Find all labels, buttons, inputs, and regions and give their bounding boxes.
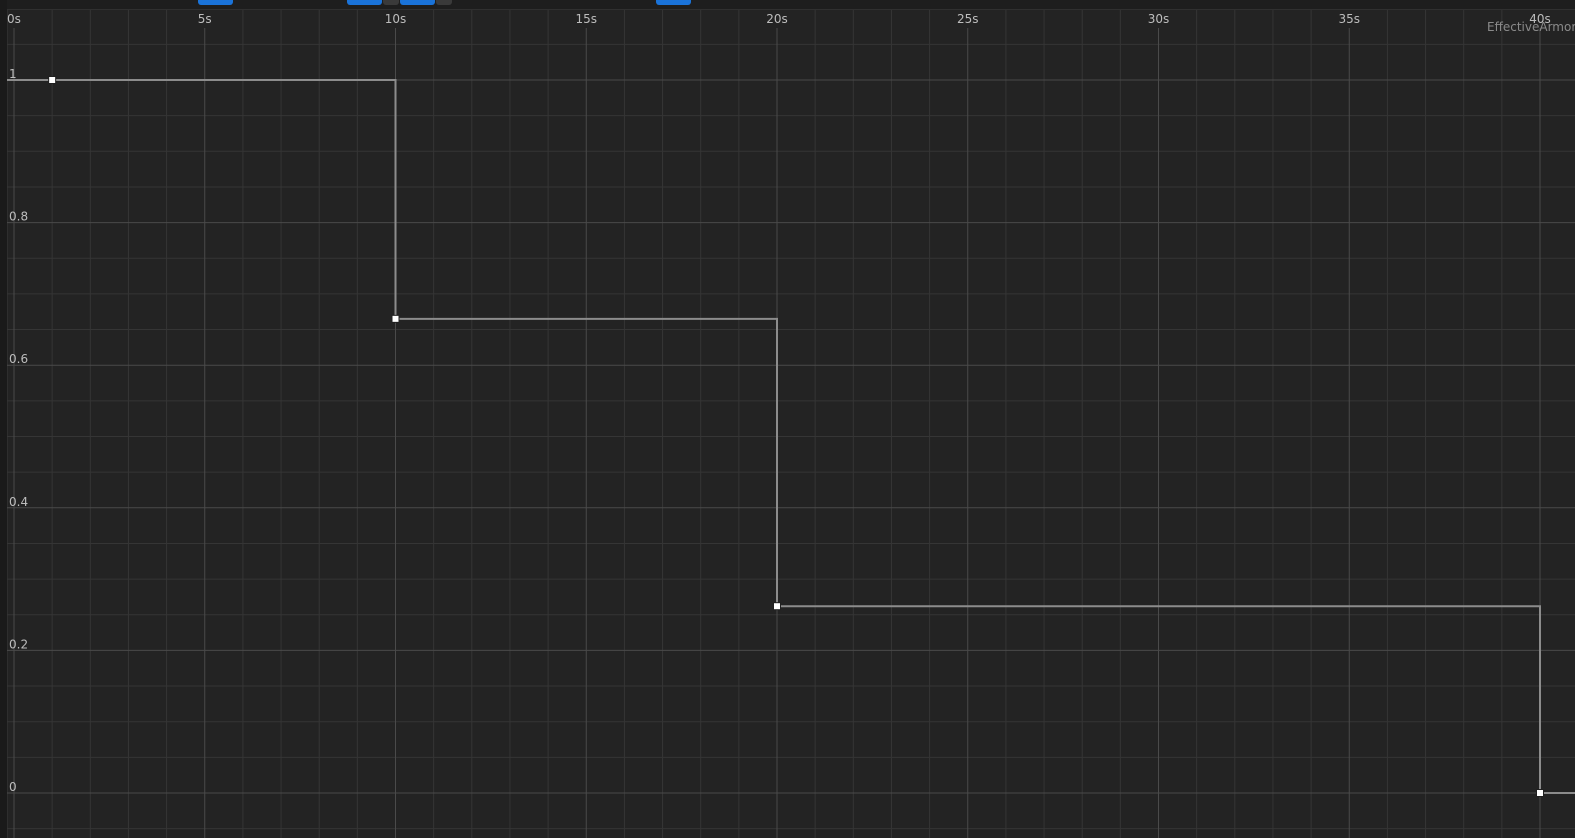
curve-name-label: EffectiveArmor <box>1487 20 1575 34</box>
x-tick-label: 30s <box>1148 12 1170 26</box>
x-tick-label: 5s <box>198 12 212 26</box>
y-tick-label: 0 <box>9 780 17 794</box>
value-axis: 1 0.8 0.6 0.4 0.2 0 <box>9 67 28 794</box>
time-ruler[interactable]: 0s 5s 10s 15s 20s 25s 30s 35s 40s <box>7 12 1551 26</box>
x-tick-label: 15s <box>575 12 597 26</box>
curve-key-point[interactable] <box>773 602 781 611</box>
curve-key-point[interactable] <box>1536 789 1544 797</box>
y-tick-label: 1 <box>9 67 17 81</box>
y-tick-label: 0.4 <box>9 495 28 509</box>
grid-minor-lines <box>7 10 1575 838</box>
curve-key-point[interactable] <box>48 76 57 84</box>
grid-major-lines <box>7 28 1575 838</box>
x-tick-label: 0s <box>7 12 21 26</box>
y-tick-label: 0.2 <box>9 637 28 651</box>
curve-graph[interactable]: 0s 5s 10s 15s 20s 25s 30s 35s 40s 10.80.60.40.20… <box>0 0 1575 838</box>
x-tick-label: 20s <box>766 12 788 26</box>
curve-key-point[interactable] <box>391 314 400 323</box>
y-tick-label: 0.6 <box>9 352 28 366</box>
curve-editor[interactable]: 0s 5s 10s 15s 20s 25s 30s 35s 40s 1 0.8 0.6 0.4 0.2 0… <box>0 0 1575 838</box>
y-tick-label: 0.8 <box>9 210 28 224</box>
x-tick-label: 10s <box>385 12 407 26</box>
x-tick-label: 35s <box>1338 12 1360 26</box>
x-tick-label: 25s <box>957 12 979 26</box>
